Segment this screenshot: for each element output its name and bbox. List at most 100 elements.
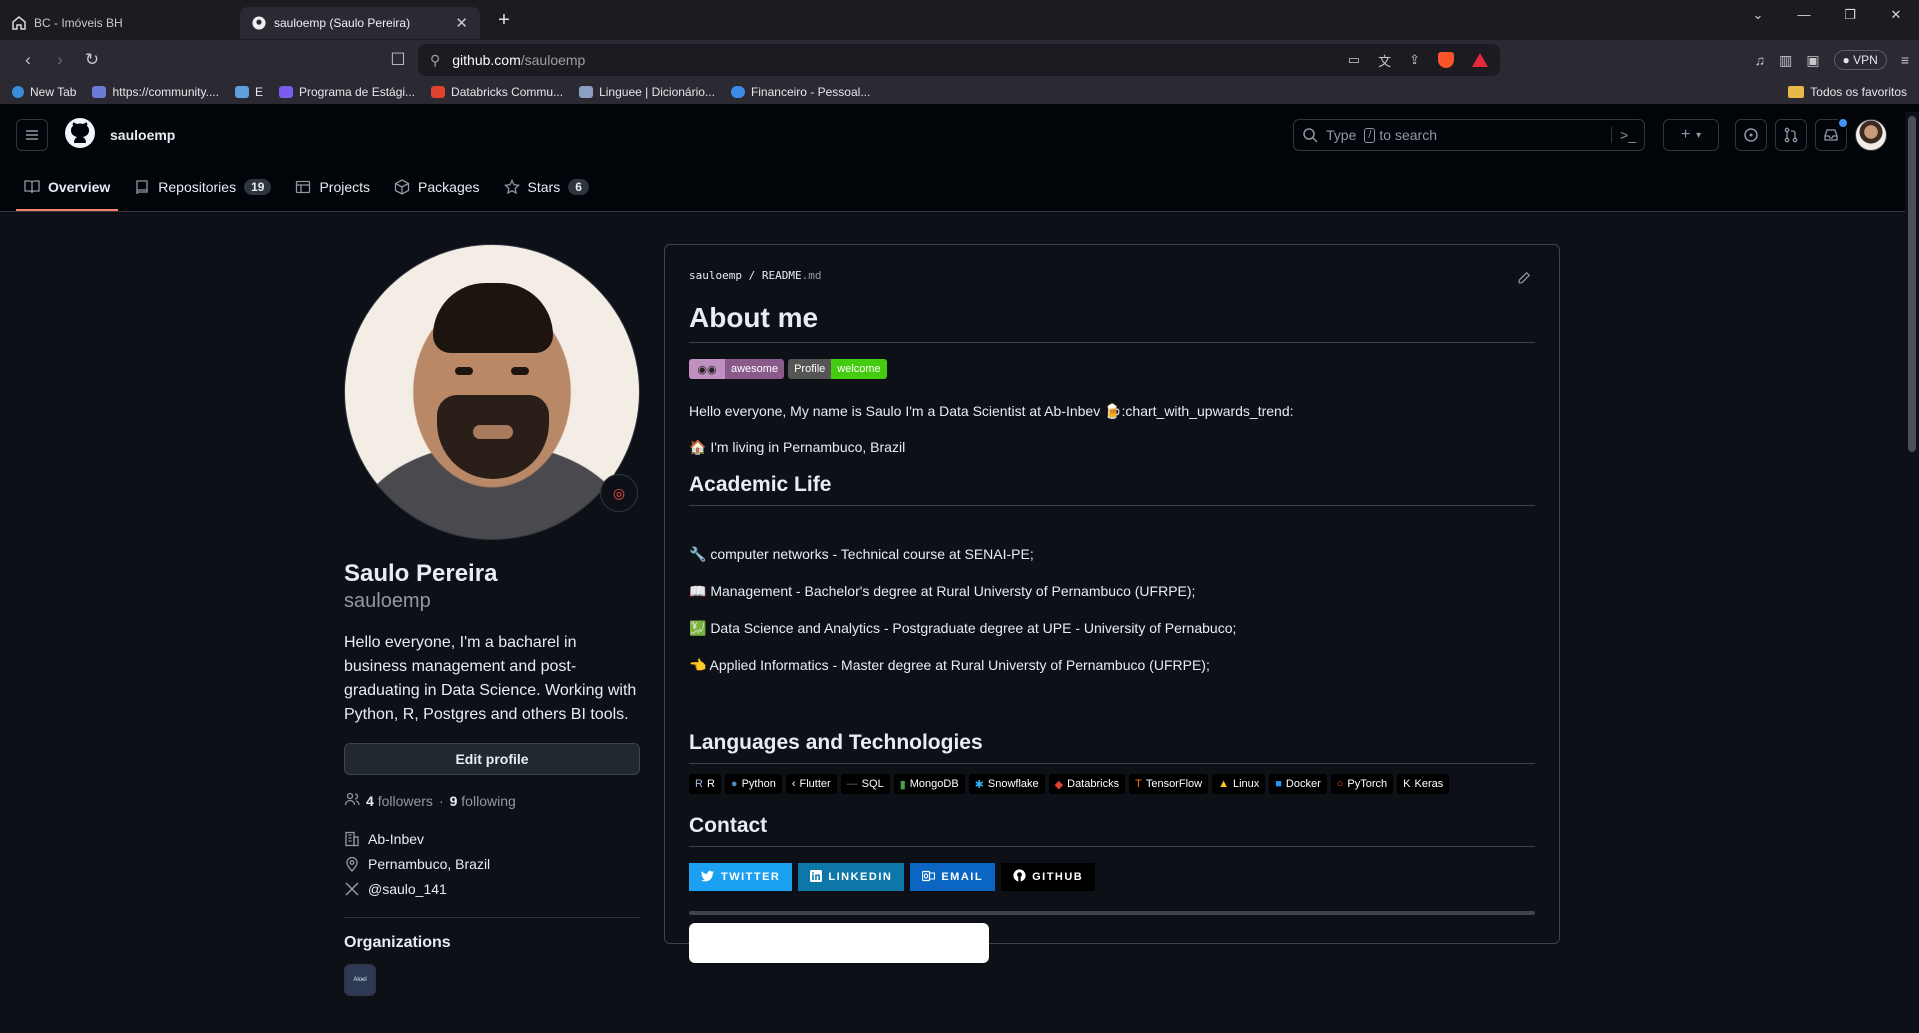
welcome-badge-label: welcome <box>831 359 887 379</box>
tab-stars[interactable]: Stars 6 <box>496 179 597 211</box>
translate-icon[interactable]: 文 <box>1378 51 1391 70</box>
profile-details: Ab-Inbev Pernambuco, Brazil @saulo_141 <box>344 826 640 901</box>
people-icon <box>344 791 360 810</box>
linkedin-link-button[interactable]: LINKEDIN <box>798 863 905 891</box>
user-avatar-menu[interactable] <box>1855 119 1887 151</box>
company-name: Ab-Inbev <box>368 830 425 847</box>
following-link[interactable]: 9 following <box>450 793 516 809</box>
window-controls: ⌄ — ❐ ✕ <box>1735 0 1919 30</box>
vpn-button[interactable]: ● VPN <box>1833 50 1887 70</box>
bookmark-item[interactable]: https://community.... <box>92 85 219 99</box>
context-username[interactable]: sauloemp <box>110 127 175 143</box>
share-icon[interactable]: ⇪ <box>1409 52 1420 68</box>
tab-label: Packages <box>418 179 480 195</box>
create-new-button[interactable]: + ▾ <box>1663 119 1719 151</box>
detail-location: Pernambuco, Brazil <box>344 851 640 876</box>
menu-icon[interactable]: ≡ <box>1901 52 1909 68</box>
media-icon[interactable]: ♫ <box>1755 52 1766 68</box>
tab-packages[interactable]: Packages <box>386 179 487 211</box>
profile-nav: Overview Repositories 19 Projects Packag… <box>0 166 1919 212</box>
bookmark-label: E <box>254 85 263 99</box>
issue-icon <box>1744 128 1758 142</box>
bookmark-item[interactable]: New Tab <box>12 85 76 99</box>
pencil-icon[interactable] <box>1517 271 1531 290</box>
readme-path-user[interactable]: sauloemp <box>689 269 742 282</box>
tab-repositories[interactable]: Repositories 19 <box>126 179 279 211</box>
tech-label: Keras <box>1414 778 1444 790</box>
followers-link[interactable]: 4 followers <box>366 793 433 809</box>
browser-tab-active[interactable]: sauloemp (Saulo Pereira) ✕ <box>240 7 480 39</box>
bookmark-label: Linguee | Dicionário... <box>599 85 715 99</box>
close-icon[interactable]: ✕ <box>455 14 468 32</box>
scrollbar-thumb[interactable] <box>1908 116 1916 452</box>
notifications-button[interactable] <box>1815 117 1849 151</box>
new-tab-button[interactable]: + <box>490 9 518 32</box>
search-icon <box>1303 128 1318 143</box>
page-scrollbar[interactable] <box>1905 112 1919 1033</box>
tech-badge-python: ● Python <box>724 774 782 794</box>
status-target-icon[interactable]: ◎ <box>600 474 638 512</box>
bookmark-item[interactable]: Linguee | Dicionário... <box>579 85 715 99</box>
twitter-link-button[interactable]: TWITTER <box>689 863 793 891</box>
tech-badge-databricks: ◆ Databricks <box>1048 774 1126 794</box>
tech-label: Databricks <box>1067 778 1120 790</box>
minimize-icon[interactable]: — <box>1781 0 1827 30</box>
search-shortcut-key: / <box>1364 127 1376 143</box>
profile-avatar[interactable] <box>344 244 640 540</box>
edit-profile-button[interactable]: Edit profile <box>344 743 640 775</box>
bookmark-item[interactable]: E <box>234 85 263 99</box>
location-text: Pernambuco, Brazil <box>368 855 491 872</box>
organization-icon <box>344 831 360 847</box>
github-link-button[interactable]: GITHUB <box>1001 863 1096 891</box>
forward-icon[interactable]: › <box>44 50 76 70</box>
profile-readme: sauloemp / README.md About me ◉◉ awesome… <box>664 244 1560 963</box>
organizations-heading: Organizations <box>344 934 451 951</box>
caret-down-icon: ▾ <box>1696 129 1702 141</box>
sidebar-icon[interactable]: ▥ <box>1779 52 1792 69</box>
tech-badge-mongodb: ▮ MongoDB <box>893 774 965 794</box>
organization-avatar[interactable]: Aloel <box>344 964 376 996</box>
email-link-button[interactable]: EMAIL <box>910 863 996 891</box>
followers-count: 4 <box>366 792 374 809</box>
issues-button[interactable] <box>1735 119 1767 151</box>
tab-overview[interactable]: Overview <box>16 179 119 211</box>
bookmark-item[interactable]: Databricks Commu... <box>431 85 563 99</box>
all-bookmarks-folder[interactable]: Todos os favoritos <box>1788 85 1907 99</box>
avatar-eye <box>511 367 529 375</box>
chevron-down-icon[interactable]: ⌄ <box>1735 0 1781 30</box>
microsoft-outlook-icon <box>922 870 936 885</box>
linkedin-icon <box>810 869 823 885</box>
bookmark-item[interactable]: Programa de Estági... <box>278 85 415 99</box>
contact-heading: Contact <box>689 814 1535 847</box>
brave-shields-icon[interactable] <box>1438 52 1454 68</box>
tech-badge-pytorch: ○ PyTorch <box>1330 774 1394 794</box>
cast-icon[interactable]: ▭ <box>1348 52 1360 68</box>
tech-badge-snowflake: ✱ Snowflake <box>968 774 1045 794</box>
star-icon <box>503 179 520 195</box>
reload-icon[interactable]: ↻ <box>76 50 108 70</box>
wallet-icon[interactable]: ▣ <box>1806 52 1819 69</box>
tech-label: Python <box>741 778 776 790</box>
detail-twitter[interactable]: @saulo_141 <box>344 876 640 901</box>
bookmark-icon[interactable]: ☐ <box>382 50 414 70</box>
tab-label: Overview <box>48 179 111 195</box>
close-window-icon[interactable]: ✕ <box>1873 0 1919 30</box>
bookmark-label: https://community.... <box>112 85 219 99</box>
url-bar[interactable]: ⚲ github.com/sauloemp ▭ 文 ⇪ <box>418 44 1500 76</box>
followers-label: followers <box>377 792 433 809</box>
search-input[interactable]: Type / to search >_ <box>1293 119 1645 151</box>
site-settings-icon[interactable]: ⚲ <box>430 52 440 69</box>
restore-icon[interactable]: ❐ <box>1827 0 1873 30</box>
readme-path-file[interactable]: README <box>762 269 802 282</box>
search-placeholder-pre: Type <box>1326 127 1357 143</box>
github-logo-icon[interactable] <box>64 117 96 154</box>
pull-requests-button[interactable] <box>1775 119 1807 151</box>
browser-tab[interactable]: BC - Imóveis BH <box>0 7 240 39</box>
hamburger-menu-button[interactable] <box>16 119 48 151</box>
tab-projects[interactable]: Projects <box>287 179 378 211</box>
brave-rewards-icon[interactable] <box>1472 53 1488 67</box>
awesome-badge: ◉◉ awesome <box>689 359 785 379</box>
bookmark-item[interactable]: Financeiro - Pessoal... <box>730 85 870 99</box>
back-icon[interactable]: ‹ <box>12 50 44 70</box>
command-palette-icon[interactable]: >_ <box>1611 127 1636 143</box>
